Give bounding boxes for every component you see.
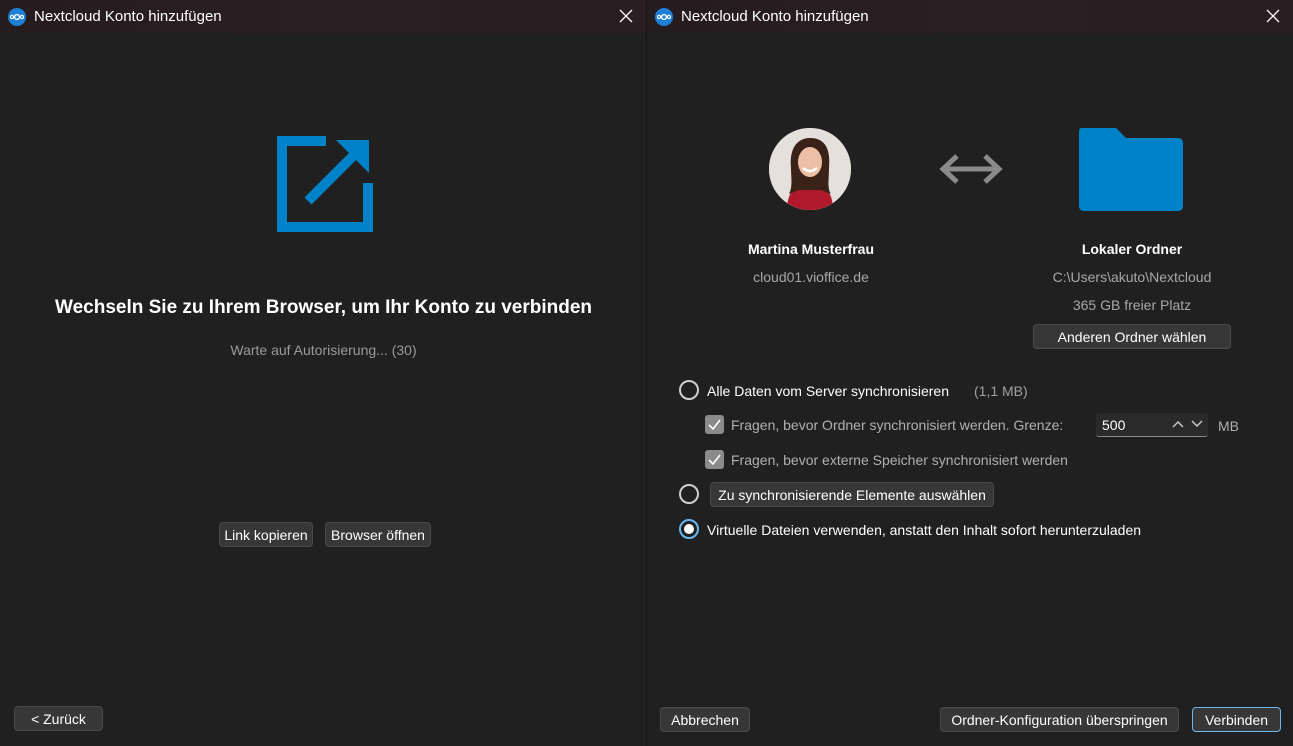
back-button[interactable]: < Zurück: [14, 706, 103, 731]
avatar: [769, 128, 851, 210]
skip-folder-config-button[interactable]: Ordner-Konfiguration überspringen: [940, 707, 1179, 732]
cancel-button[interactable]: Abbrechen: [660, 707, 750, 732]
choose-items-radio[interactable]: [679, 484, 699, 504]
virtual-files-radio[interactable]: [679, 519, 699, 539]
choose-items-button[interactable]: Zu synchronisierende Elemente auswählen: [710, 482, 994, 507]
server-address: cloud01.vioffice.de: [753, 269, 869, 285]
sync-all-label: Alle Daten vom Server synchronisieren: [707, 383, 949, 399]
add-account-window-browser-auth: Nextcloud Konto hinzufügen Wechseln Sie …: [0, 0, 647, 746]
nextcloud-logo-icon: [8, 7, 26, 26]
close-icon[interactable]: [1263, 6, 1283, 26]
add-account-window-folder-setup: Nextcloud Konto hinzufügen Martina Muste…: [647, 0, 1293, 746]
free-space: 365 GB freier Platz: [1072, 297, 1192, 313]
folder-icon: [1079, 128, 1183, 211]
window-title: Nextcloud Konto hinzufügen: [681, 8, 869, 25]
titlebar: Nextcloud Konto hinzufügen: [0, 0, 646, 33]
ask-external-label: Fragen, bevor externe Speicher synchroni…: [731, 452, 1068, 468]
open-browser-button[interactable]: Browser öffnen: [325, 522, 431, 547]
connect-button[interactable]: Verbinden: [1192, 707, 1281, 732]
authorization-status: Warte auf Autorisierung... (30): [230, 342, 417, 358]
window-title: Nextcloud Konto hinzufügen: [34, 8, 222, 25]
choose-folder-button[interactable]: Anderen Ordner wählen: [1033, 324, 1231, 349]
chevron-down-icon[interactable]: [1190, 419, 1204, 429]
virtual-files-label: Virtuelle Dateien verwenden, anstatt den…: [707, 522, 1142, 538]
ask-external-checkbox[interactable]: [705, 450, 724, 469]
ask-folders-checkbox[interactable]: [705, 415, 724, 434]
folder-limit-value: 500: [1102, 417, 1126, 433]
local-folder-title: Lokaler Ordner: [1081, 241, 1183, 257]
ask-folders-label: Fragen, bevor Ordner synchronisiert werd…: [731, 417, 1064, 433]
close-icon[interactable]: [616, 6, 636, 26]
sync-all-radio[interactable]: [679, 380, 699, 400]
chevron-up-icon[interactable]: [1171, 419, 1185, 429]
sync-direction-icon: [939, 154, 1003, 184]
nextcloud-logo-icon: [655, 7, 673, 26]
folder-limit-unit: MB: [1218, 418, 1239, 434]
local-folder-path: C:\Users\akuto\Nextcloud: [1052, 269, 1212, 285]
external-link-icon: [277, 136, 373, 232]
copy-link-button[interactable]: Link kopieren: [219, 522, 313, 547]
browser-heading: Wechseln Sie zu Ihrem Browser, um Ihr Ko…: [54, 297, 593, 318]
sync-size-note: (1,1 MB): [974, 383, 1028, 399]
titlebar: Nextcloud Konto hinzufügen: [647, 0, 1293, 33]
account-name: Martina Musterfrau: [747, 241, 875, 257]
folder-limit-spinbox[interactable]: 500: [1096, 413, 1208, 437]
